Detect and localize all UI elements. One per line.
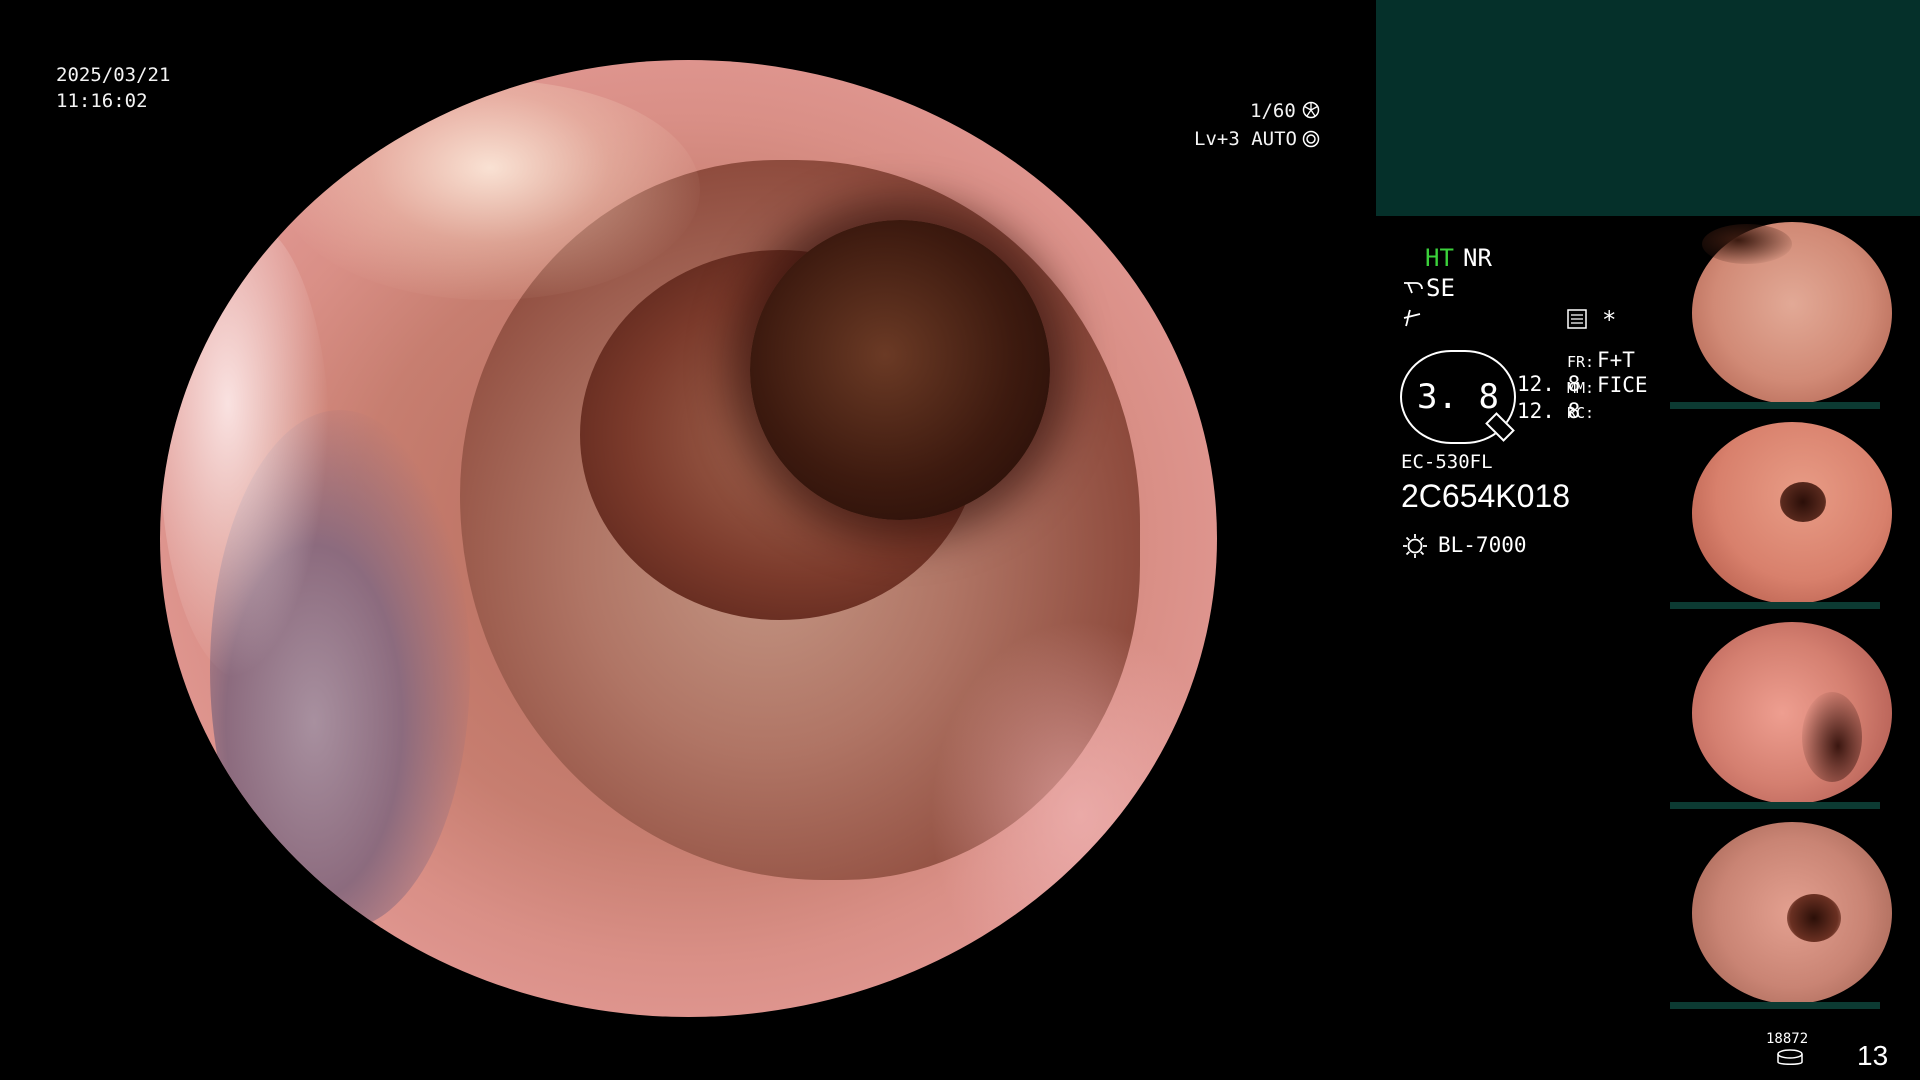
- image-counter-small: 18872: [1766, 1031, 1809, 1047]
- thumbnail-lumen: [1787, 894, 1841, 942]
- star-marker: *: [1602, 306, 1617, 334]
- thumbnail-2[interactable]: [1670, 416, 1920, 611]
- storage-icon: [1776, 1049, 1804, 1071]
- date-label: 2025/03/21: [56, 64, 171, 86]
- shutter-icon: [1302, 101, 1320, 123]
- nr-mode: NR: [1463, 244, 1492, 272]
- reference-panel: [1376, 0, 1920, 216]
- thumbnail-strip: [1670, 802, 1880, 809]
- se-label: SE: [1426, 274, 1455, 302]
- time-label: 11:16:02: [56, 90, 148, 112]
- mucosal-fold-right: [930, 620, 1217, 1010]
- thumbnail-image: [1692, 622, 1892, 804]
- thumbnail-strip: [1670, 1002, 1880, 1009]
- light-source: BL-7000: [1438, 533, 1527, 557]
- scope-model: EC-530FL: [1401, 451, 1493, 473]
- light-reflection-left: [160, 220, 330, 680]
- param-value-fr: F+T: [1597, 348, 1635, 372]
- iris-label: Lv+3 AUTO: [1194, 128, 1297, 150]
- thumbnail-3[interactable]: [1670, 616, 1920, 811]
- thumbnail-1[interactable]: [1670, 216, 1920, 411]
- thumbnail-lumen: [1780, 482, 1826, 522]
- light-icon: [1401, 532, 1429, 564]
- shutter-label: 1/60: [1250, 100, 1296, 122]
- param-label-rc: RC:: [1567, 404, 1595, 422]
- param-label-fr: FR:: [1567, 353, 1595, 371]
- thumbnail-strip: [1670, 402, 1880, 409]
- scope-serial: 2C654K018: [1401, 478, 1571, 514]
- lumen: [750, 220, 1050, 520]
- thumbnail-strip: [1670, 602, 1880, 609]
- scope-icon: [1402, 277, 1426, 303]
- thumbnail-image: [1692, 422, 1892, 604]
- image-counter: 13: [1857, 1040, 1889, 1071]
- param-label-mm: MM:: [1567, 379, 1595, 397]
- zoom-value: 3. 8: [1417, 377, 1499, 417]
- thumbnail-image: [1692, 222, 1892, 404]
- zoom-badge: 3. 8: [1400, 350, 1516, 444]
- thumbnail-4[interactable]: [1670, 816, 1920, 1011]
- thumbnail-image: [1692, 822, 1892, 1004]
- ht-mode: HT: [1425, 244, 1454, 272]
- thumbnail-lumen: [1702, 224, 1792, 264]
- flash-icon: [1402, 306, 1422, 332]
- memory-icon: [1566, 308, 1588, 334]
- param-value-mm: FICE: [1597, 373, 1648, 397]
- endoscope-view: [160, 60, 1217, 1017]
- light-reflection: [280, 80, 700, 300]
- thumbnail-lumen: [1802, 692, 1862, 782]
- iris-icon: [1302, 130, 1320, 152]
